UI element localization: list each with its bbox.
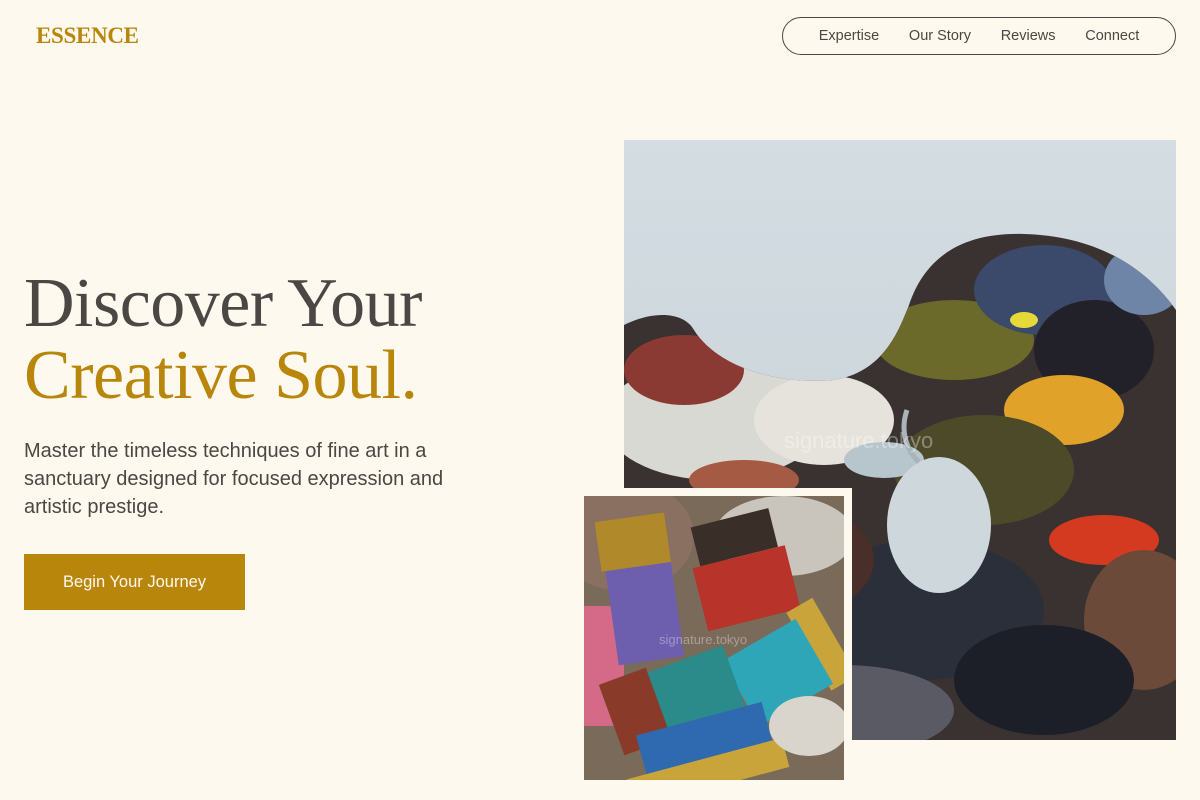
nav-link-connect[interactable]: Connect	[1085, 28, 1139, 44]
nav-link-expertise[interactable]: Expertise	[819, 28, 879, 44]
hero-title-line1: Discover Your	[24, 265, 422, 342]
hero-description: Master the timeless techniques of fine a…	[24, 440, 444, 518]
hero-title: Discover Your Creative Soul.	[24, 268, 422, 412]
nav-link-reviews[interactable]: Reviews	[1001, 28, 1056, 44]
main-nav: Expertise Our Story Reviews Connect	[782, 17, 1176, 55]
brushes-image: signature.tokyo	[584, 496, 844, 780]
brushes-image-frame: signature.tokyo	[576, 488, 852, 788]
hero-title-line2: Creative Soul.	[24, 337, 418, 414]
nav-link-our-story[interactable]: Our Story	[909, 28, 971, 44]
begin-journey-button[interactable]: Begin Your Journey	[24, 554, 245, 610]
brand-logo[interactable]: ESSENCE	[36, 22, 139, 50]
palette-watermark: signature.tokyo	[784, 428, 933, 453]
brushes-watermark: signature.tokyo	[659, 632, 747, 647]
